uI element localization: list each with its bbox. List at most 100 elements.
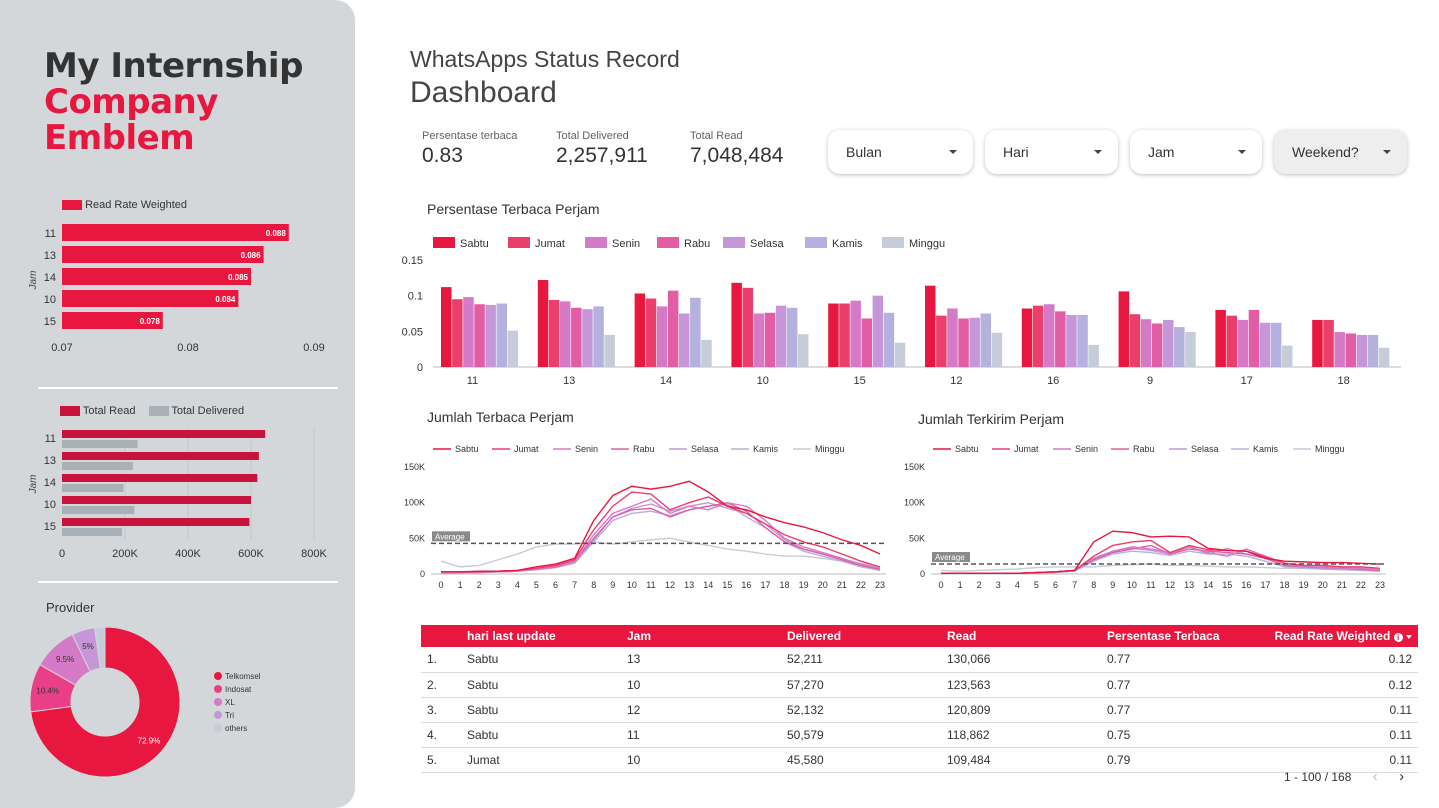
bar-x-tick: 10 [757, 375, 769, 387]
bar-mark [1215, 309, 1226, 367]
read-line-legend-label: Selasa [691, 444, 719, 454]
bar-mark [925, 285, 936, 367]
bar-legend-label: Selasa [750, 238, 785, 250]
bar-mark [1248, 309, 1260, 367]
bar-x-tick: 16 [1047, 375, 1059, 387]
kpi-label: Total Read [690, 130, 743, 142]
col-jam[interactable]: Jam [621, 625, 781, 647]
read-line-legend-label: Jumat [514, 444, 539, 454]
sent-line-x-tick: 11 [1146, 580, 1155, 590]
bar-mark [1237, 319, 1249, 367]
bar-mark [1185, 332, 1196, 367]
read-line-x-tick: 8 [591, 580, 596, 590]
table-row[interactable]: 4. Sabtu 11 50,579 118,862 0.75 0.11 [421, 722, 1418, 748]
data-table: hari last update Jam Delivered Read Pers… [421, 625, 1418, 773]
rrw-legend-label: Read Rate Weighted [85, 199, 187, 211]
sent-line-x-tick: 23 [1375, 580, 1385, 590]
bar-legend-swatch [723, 237, 745, 248]
next-page-icon[interactable]: › [1399, 768, 1404, 785]
cell-delivered: 52,211 [781, 647, 941, 673]
tr-x-tick: 600K [238, 548, 264, 560]
filter-bulan-dropdown[interactable]: Bulan [828, 130, 973, 174]
company-emblem: My Internship Company Emblem [44, 48, 303, 156]
tr-legend-read: Total Read [82, 405, 136, 417]
tr-x-tick: 800K [301, 548, 327, 560]
table-row[interactable]: 5. Jumat 10 45,580 109,484 0.79 0.11 [421, 747, 1418, 773]
rrw-legend-swatch [62, 200, 82, 211]
col-rrw[interactable]: Read Rate Weighted i [1261, 625, 1418, 647]
sent-line-x-tick: 3 [996, 580, 1001, 590]
cell-pct: 0.79 [1101, 747, 1261, 773]
cell-hari: Jumat [461, 747, 621, 773]
table-row[interactable]: 1. Sabtu 13 52,211 130,066 0.77 0.12 [421, 647, 1418, 673]
table-row[interactable]: 3. Sabtu 12 52,132 120,809 0.77 0.11 [421, 697, 1418, 723]
donut-legend-label: Tri [225, 711, 234, 720]
cell-index: 3. [421, 697, 461, 723]
bar-mark [1174, 327, 1185, 367]
sent-line-x-tick: 13 [1184, 580, 1194, 590]
filter-jam-dropdown[interactable]: Jam [1130, 130, 1262, 174]
rrw-x-tick: 0.09 [303, 342, 324, 354]
bar-mark [667, 290, 679, 367]
sent-line-average-label: Average [935, 553, 965, 562]
rrw-bar-label: 0.084 [215, 295, 236, 304]
read-line-x-tick: 7 [572, 580, 577, 590]
bar-legend-swatch [657, 237, 679, 248]
bar-mark [604, 334, 615, 367]
provider-title: Provider [46, 600, 95, 615]
tr-tick-label: 14 [44, 477, 56, 489]
read-line-x-tick: 17 [760, 580, 770, 590]
sent-line-x-tick: 21 [1337, 580, 1347, 590]
read-line-x-tick: 13 [684, 580, 694, 590]
bar-legend-label: Senin [612, 238, 640, 250]
filter-hari-dropdown[interactable]: Hari [985, 130, 1118, 174]
bar-mark [1129, 314, 1141, 367]
bar-mark [786, 307, 798, 367]
cell-read: 130,066 [941, 647, 1101, 673]
bar-mark [1140, 319, 1152, 367]
sent-line-x-tick: 17 [1260, 580, 1270, 590]
filter-weekend-dropdown[interactable]: Weekend? [1274, 130, 1407, 174]
bar-mark [582, 309, 593, 367]
read-line-x-tick: 16 [741, 580, 751, 590]
sent-line-x-tick: 10 [1127, 580, 1137, 590]
tr-x-tick: 200K [112, 548, 138, 560]
bar-legend-swatch [882, 237, 904, 248]
read-line-y-tick: 0 [420, 569, 425, 579]
rrw-bar [62, 246, 264, 263]
bar-mark [1066, 314, 1077, 367]
bar-mark [1088, 344, 1099, 367]
col-read[interactable]: Read [941, 625, 1101, 647]
col-delivered[interactable]: Delivered [781, 625, 941, 647]
rrw-bar-label: 0.086 [241, 251, 262, 260]
sent-line-legend-label: Selasa [1191, 444, 1219, 454]
bar-mark [690, 297, 701, 367]
prev-page-icon[interactable]: ‹ [1373, 768, 1378, 785]
col-hari[interactable]: hari last update [461, 625, 621, 647]
donut-slice-label: 10.4% [36, 687, 59, 696]
bar-mark [775, 305, 787, 367]
bar-chart-title: Persentase Terbaca Perjam [427, 201, 600, 217]
read-line-y-tick: 50K [409, 533, 425, 543]
col-persentase[interactable]: Persentase Terbaca [1101, 625, 1261, 647]
donut-legend-dot [214, 711, 222, 719]
bar-mark [507, 330, 519, 367]
sent-line-x-tick: 20 [1318, 580, 1328, 590]
read-line-x-tick: 5 [534, 580, 539, 590]
rrw-tick-label: 11 [45, 228, 56, 240]
donut-slice-label: 72.9% [138, 737, 161, 746]
sent-line-x-tick: 15 [1222, 580, 1232, 590]
table-row[interactable]: 2. Sabtu 10 57,270 123,563 0.77 0.12 [421, 672, 1418, 698]
cell-index: 2. [421, 672, 461, 698]
bar-mark [936, 315, 947, 367]
sent-line-x-tick: 18 [1280, 580, 1290, 590]
bar-mark [679, 313, 690, 367]
sent-line-legend-label: Senin [1075, 444, 1098, 454]
cell-hari: Sabtu [461, 722, 621, 748]
tr-read-bar [62, 496, 251, 504]
tr-delivered-bar [62, 462, 133, 470]
bar-y-tick: 0.1 [408, 291, 423, 303]
bar-mark [1282, 345, 1293, 367]
bar-mark [861, 318, 872, 367]
donut-legend-label: Indosat [225, 685, 252, 694]
